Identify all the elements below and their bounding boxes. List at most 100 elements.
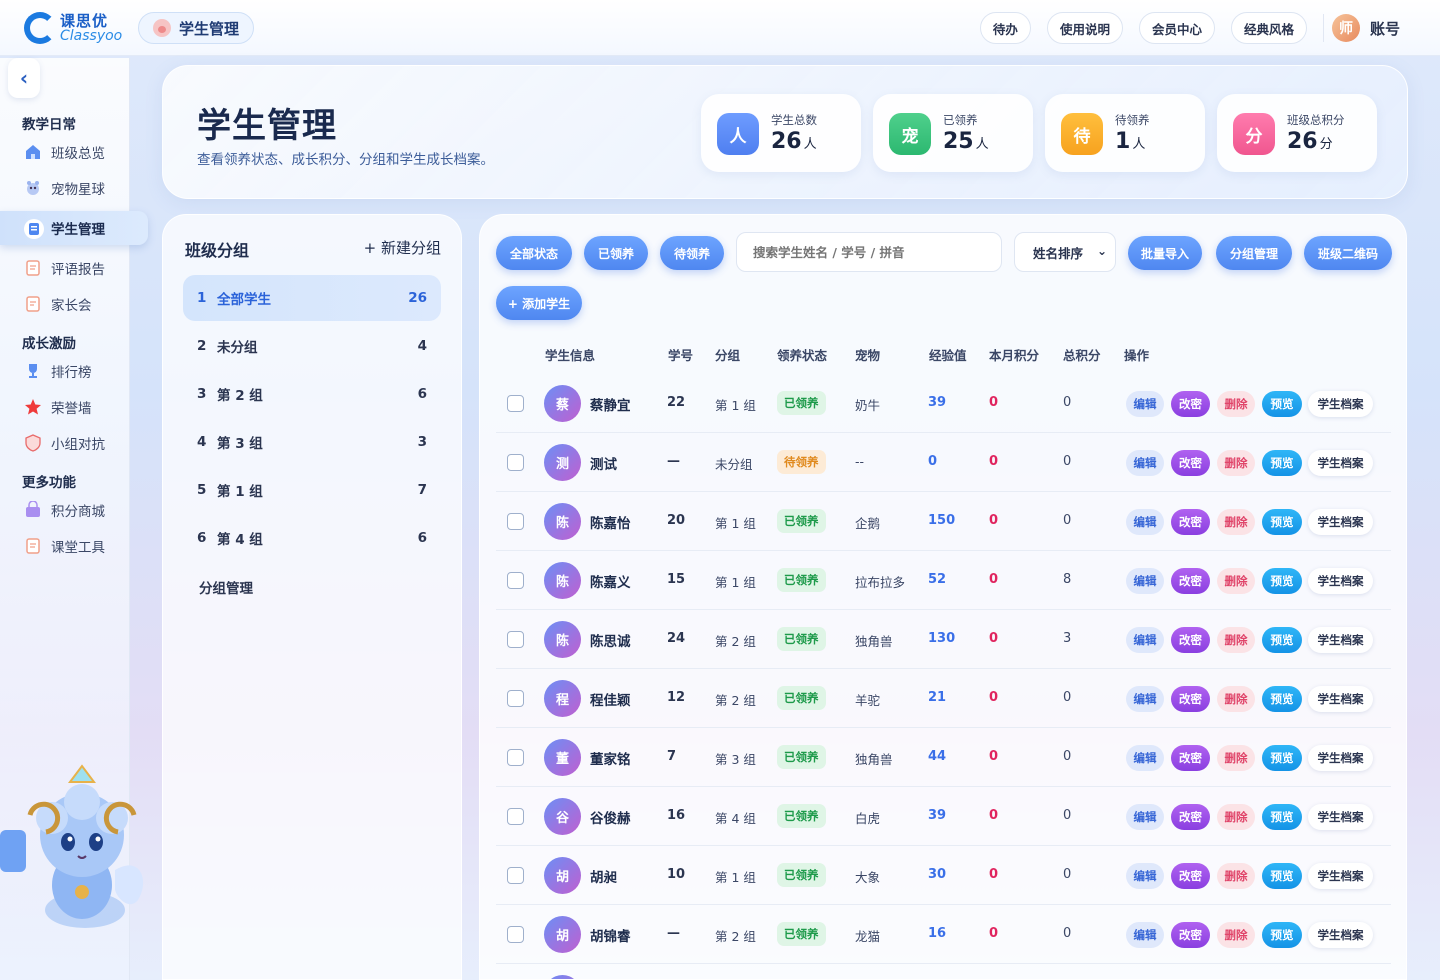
edit-button[interactable]: 编辑 [1126, 804, 1164, 830]
student-name[interactable]: 程佳颖 [590, 689, 631, 709]
delete-button[interactable]: 删除 [1217, 745, 1255, 771]
classic-style-button[interactable]: 经典风格 [1230, 12, 1307, 44]
add-student-button[interactable]: + 添加学生 [496, 286, 582, 320]
preview-button[interactable]: 预览 [1262, 922, 1302, 948]
table-row[interactable]: 蔡蔡静宜 22 第 1 组 已领养 奶牛 39 0 0 编辑 改密 删除 预览 学生档案 [496, 374, 1391, 433]
sidebar-item-parent-meeting[interactable]: 家长会 [24, 294, 134, 314]
row-checkbox[interactable] [507, 867, 524, 884]
change-password-button[interactable]: 改密 [1171, 509, 1210, 535]
student-name[interactable]: 陈嘉义 [590, 571, 631, 591]
table-row[interactable]: 胡胡昶 10 第 1 组 已领养 大象 30 0 0 编辑 改密 删除 预览 学生档案 [496, 846, 1391, 905]
table-row[interactable]: 陈陈思诚 24 第 2 组 已领养 独角兽 130 0 3 编辑 改密 删除 预览 学生档案 [496, 610, 1391, 669]
preview-button[interactable]: 预览 [1262, 627, 1302, 653]
col-xp[interactable]: 经验值 [929, 345, 967, 364]
delete-button[interactable]: 删除 [1217, 627, 1255, 653]
edit-button[interactable]: 编辑 [1126, 863, 1164, 889]
student-name[interactable]: 董家铭 [590, 748, 631, 768]
sidebar-item-class-overview[interactable]: 班级总览 [24, 142, 134, 162]
student-archive-button[interactable]: 学生档案 [1308, 568, 1373, 594]
row-checkbox[interactable] [507, 572, 524, 589]
student-name[interactable]: 蔡静宜 [590, 394, 631, 414]
classyoo-logo[interactable]: 课思优 Classyoo [24, 10, 128, 46]
student-archive-button[interactable]: 学生档案 [1308, 627, 1373, 653]
preview-button[interactable]: 预览 [1262, 804, 1302, 830]
edit-button[interactable]: 编辑 [1126, 568, 1164, 594]
table-row[interactable]: 谷谷俊赫 16 第 4 组 已领养 白虎 39 0 0 编辑 改密 删除 预览 学生档案 [496, 787, 1391, 846]
current-page-pill[interactable]: 学生管理 [138, 12, 255, 44]
group-item-group-2[interactable]: 3第 2 组6 [183, 371, 441, 417]
edit-button[interactable]: 编辑 [1126, 686, 1164, 712]
filter-adopted[interactable]: 已领养 [584, 236, 648, 270]
delete-button[interactable]: 删除 [1217, 804, 1255, 830]
sidebar-item-honor-wall[interactable]: 荣誉墙 [24, 397, 134, 417]
table-row[interactable]: 程程佳颖 12 第 2 组 已领养 羊驼 21 0 0 编辑 改密 删除 预览 学生档案 [496, 669, 1391, 728]
col-total-points[interactable]: 总积分 [1063, 345, 1101, 364]
preview-button[interactable]: 预览 [1262, 863, 1302, 889]
col-month-points[interactable]: 本月积分 [989, 345, 1039, 364]
change-password-button[interactable]: 改密 [1171, 686, 1210, 712]
row-checkbox[interactable] [507, 454, 524, 471]
filter-pending[interactable]: 待领养 [660, 236, 724, 270]
table-row[interactable]: 陈陈嘉义 15 第 1 组 已领养 拉布拉多 52 0 8 编辑 改密 删除 预览 学生档案 [496, 551, 1391, 610]
row-checkbox[interactable] [507, 631, 524, 648]
student-name[interactable]: 测试 [590, 453, 617, 473]
change-password-button[interactable]: 改密 [1171, 863, 1210, 889]
student-archive-button[interactable]: 学生档案 [1308, 922, 1373, 948]
new-group-button[interactable]: + 新建分组 [364, 237, 441, 258]
group-manage-link[interactable]: 分组管理 [199, 577, 253, 597]
table-row[interactable]: 测测试 — 未分组 待领养 -- 0 0 0 编辑 改密 删除 预览 学生档案 [496, 433, 1391, 492]
group-item-ungrouped[interactable]: 2 未分组 4 [183, 323, 441, 369]
row-checkbox[interactable] [507, 926, 524, 943]
sidebar-item-pet-planet[interactable]: 宠物星球 [24, 178, 134, 198]
sidebar-item-points-shop[interactable]: 积分商城 [24, 500, 134, 520]
preview-button[interactable]: 预览 [1262, 450, 1302, 476]
delete-button[interactable]: 删除 [1217, 391, 1255, 417]
student-archive-button[interactable]: 学生档案 [1308, 391, 1373, 417]
edit-button[interactable]: 编辑 [1126, 627, 1164, 653]
col-adoption-status[interactable]: 领养状态 [777, 345, 827, 364]
change-password-button[interactable]: 改密 [1171, 745, 1210, 771]
filter-all-status[interactable]: 全部状态 [496, 236, 572, 270]
group-item-group-3[interactable]: 4第 3 组3 [183, 419, 441, 465]
preview-button[interactable]: 预览 [1262, 686, 1302, 712]
student-archive-button[interactable]: 学生档案 [1308, 450, 1373, 476]
delete-button[interactable]: 删除 [1217, 509, 1255, 535]
delete-button[interactable]: 删除 [1217, 922, 1255, 948]
account-menu[interactable]: 师 账号 [1322, 14, 1400, 42]
edit-button[interactable]: 编辑 [1126, 509, 1164, 535]
edit-button[interactable]: 编辑 [1126, 391, 1164, 417]
group-manage-button[interactable]: 分组管理 [1216, 236, 1292, 270]
preview-button[interactable]: 预览 [1262, 568, 1302, 594]
bulk-import-button[interactable]: 批量导入 [1128, 236, 1202, 270]
todo-button[interactable]: 待办 [979, 12, 1031, 44]
delete-button[interactable]: 删除 [1217, 450, 1255, 476]
change-password-button[interactable]: 改密 [1171, 627, 1210, 653]
col-pet[interactable]: 宠物 [855, 345, 880, 364]
student-name[interactable]: 陈思诚 [590, 630, 631, 650]
delete-button[interactable]: 删除 [1217, 863, 1255, 889]
student-name[interactable]: 谷俊赫 [590, 807, 631, 827]
row-checkbox[interactable] [507, 690, 524, 707]
student-name[interactable]: 陈嘉怡 [590, 512, 631, 532]
col-group[interactable]: 分组 [715, 345, 740, 364]
student-archive-button[interactable]: 学生档案 [1308, 509, 1373, 535]
student-archive-button[interactable]: 学生档案 [1308, 686, 1373, 712]
preview-button[interactable]: 预览 [1262, 745, 1302, 771]
group-item-group-4[interactable]: 6第 4 组6 [183, 515, 441, 561]
table-row[interactable]: 董董家铭 7 第 3 组 已领养 独角兽 44 0 0 编辑 改密 删除 预览 学生档案 [496, 728, 1391, 787]
sidebar-item-student-management[interactable]: 学生管理 [0, 211, 148, 245]
change-password-button[interactable]: 改密 [1171, 804, 1210, 830]
table-row[interactable]: 胡胡锦睿 — 第 2 组 已领养 龙猫 16 0 0 编辑 改密 删除 预览 学生档案 [496, 905, 1391, 964]
student-archive-button[interactable]: 学生档案 [1308, 863, 1373, 889]
sidebar-item-leaderboard[interactable]: 排行榜 [24, 361, 134, 381]
table-row[interactable]: 陈陈嘉怡 20 第 1 组 已领养 企鹅 150 0 0 编辑 改密 删除 预览 学生档案 [496, 492, 1391, 551]
col-student-id[interactable]: 学号 [668, 345, 693, 364]
class-qrcode-button[interactable]: 班级二维码 [1304, 236, 1392, 270]
student-archive-button[interactable]: 学生档案 [1308, 804, 1373, 830]
change-password-button[interactable]: 改密 [1171, 450, 1210, 476]
delete-button[interactable]: 删除 [1217, 686, 1255, 712]
help-button[interactable]: 使用说明 [1046, 12, 1123, 44]
row-checkbox[interactable] [507, 395, 524, 412]
delete-button[interactable]: 删除 [1217, 568, 1255, 594]
sidebar-item-comment-report[interactable]: 评语报告 [24, 258, 134, 278]
